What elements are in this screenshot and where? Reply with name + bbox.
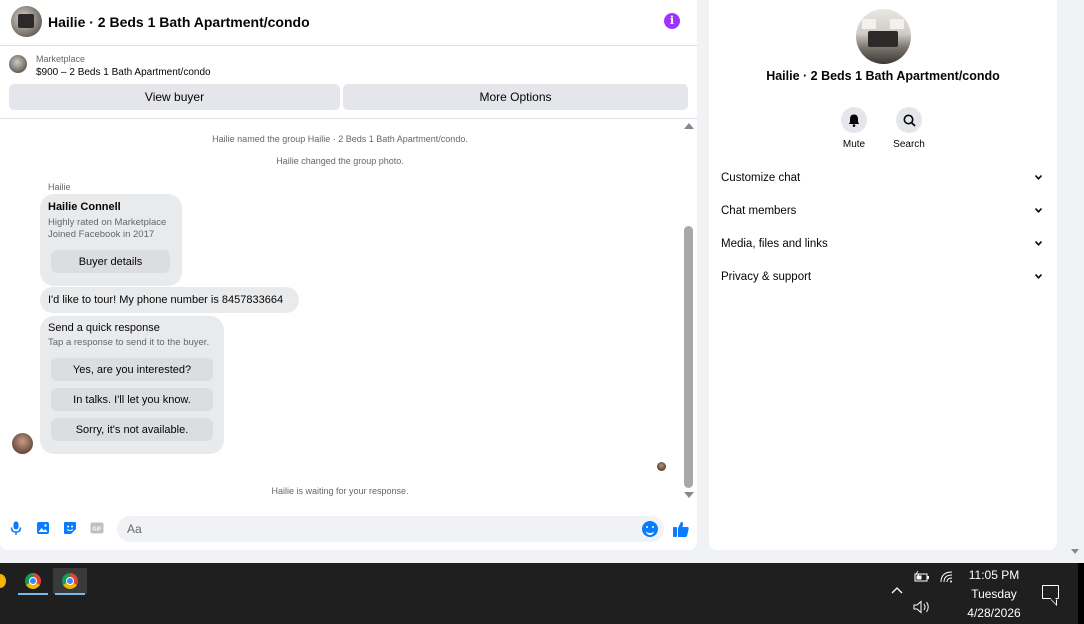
scroll-down-arrow-icon[interactable] xyxy=(684,492,694,498)
quick-response-option[interactable]: Yes, are you interested? xyxy=(51,358,213,381)
chevron-down-icon xyxy=(1035,207,1042,213)
running-indicator xyxy=(18,593,48,595)
chrome-taskbar-button[interactable] xyxy=(16,568,50,595)
chrome-icon xyxy=(62,573,78,589)
running-indicator xyxy=(55,593,85,595)
message-list: Hailie named the group Hailie · 2 Beds 1… xyxy=(0,120,680,505)
gif-icon[interactable]: GIF xyxy=(90,521,104,535)
group-avatar[interactable] xyxy=(11,6,42,37)
sticker-icon[interactable] xyxy=(63,521,77,535)
quick-response-option[interactable]: Sorry, it's not available. xyxy=(51,418,213,441)
sender-name: Hailie xyxy=(48,182,71,192)
section-media-files-links[interactable]: Media, files and links xyxy=(709,230,1057,260)
view-buyer-button[interactable]: View buyer xyxy=(9,84,340,110)
waiting-status: Hailie is waiting for your response. xyxy=(271,486,409,496)
svg-text:GIF: GIF xyxy=(92,527,102,533)
quick-response-subtitle: Tap a response to send it to the buyer. xyxy=(48,337,210,348)
listing-source: Marketplace xyxy=(36,54,86,64)
system-message: Hailie changed the group photo. xyxy=(276,156,404,166)
chrome-icon xyxy=(25,573,41,589)
chevron-down-icon xyxy=(1035,273,1042,279)
buyer-rating: Highly rated on Marketplace xyxy=(48,217,167,228)
message-composer: GIF xyxy=(0,512,697,546)
sender-avatar[interactable] xyxy=(12,433,33,454)
chevron-down-icon xyxy=(1035,174,1042,180)
quick-response-title: Send a quick response xyxy=(48,322,160,334)
chat-title[interactable]: Hailie · 2 Beds 1 Bath Apartment/condo xyxy=(48,14,310,30)
marketplace-listing: Marketplace $900 – 2 Beds 1 Bath Apartme… xyxy=(0,47,697,119)
show-hidden-icons-chevron-icon[interactable] xyxy=(891,585,903,597)
emoji-icon[interactable] xyxy=(642,521,658,537)
search-label: Search xyxy=(893,139,925,150)
listing-thumbnail[interactable] xyxy=(9,55,27,73)
buyer-name: Hailie Connell xyxy=(48,201,121,213)
app-icon[interactable] xyxy=(0,574,6,588)
chat-details-panel: Hailie · 2 Beds 1 Bath Apartment/condo M… xyxy=(709,0,1057,550)
notification-center-icon[interactable] xyxy=(1042,585,1059,599)
details-title: Hailie · 2 Beds 1 Bath Apartment/condo xyxy=(766,69,1000,83)
search-icon[interactable] xyxy=(896,107,922,133)
clock-date[interactable]: 4/28/2026 xyxy=(944,606,1044,620)
message-scrollbar[interactable] xyxy=(680,120,697,505)
thumbs-up-icon[interactable] xyxy=(672,520,690,538)
battery-icon[interactable] xyxy=(914,570,930,586)
section-label: Media, files and links xyxy=(721,238,828,250)
scroll-up-arrow-icon[interactable] xyxy=(684,123,694,129)
group-photo[interactable] xyxy=(856,9,911,64)
bell-icon[interactable] xyxy=(841,107,867,133)
section-label: Privacy & support xyxy=(721,271,812,283)
chrome-taskbar-button-active[interactable] xyxy=(53,568,87,595)
more-options-button[interactable]: More Options xyxy=(343,84,688,110)
windows-taskbar: 11:05 PM Tuesday 4/28/2026 xyxy=(0,563,1084,624)
quick-response-option[interactable]: In talks. I'll let you know. xyxy=(51,388,213,411)
buyer-card-bubble: Hailie Connell Highly rated on Marketpla… xyxy=(40,194,182,286)
microphone-icon[interactable] xyxy=(9,521,23,535)
search-action[interactable]: Search xyxy=(889,107,929,150)
section-privacy-support[interactable]: Privacy & support xyxy=(709,263,1057,293)
mute-action[interactable]: Mute xyxy=(834,107,874,150)
section-chat-members[interactable]: Chat members xyxy=(709,197,1057,227)
info-icon[interactable]: i xyxy=(664,13,680,29)
photo-icon[interactable] xyxy=(36,521,50,535)
scroll-thumb[interactable] xyxy=(684,226,693,488)
section-label: Customize chat xyxy=(721,172,801,184)
section-customize-chat[interactable]: Customize chat xyxy=(709,164,1057,194)
mute-label: Mute xyxy=(842,139,866,150)
message-text: I'd like to tour! My phone number is 845… xyxy=(48,294,284,306)
buyer-joined: Joined Facebook in 2017 xyxy=(48,229,155,240)
section-label: Chat members xyxy=(721,205,797,217)
message-bubble: I'd like to tour! My phone number is 845… xyxy=(40,287,299,313)
buyer-details-button[interactable]: Buyer details xyxy=(51,250,170,273)
chevron-down-icon xyxy=(1035,240,1042,246)
show-desktop-strip[interactable] xyxy=(1078,563,1084,624)
page-scroll-down-arrow-icon[interactable] xyxy=(1071,549,1079,554)
chat-header: Hailie · 2 Beds 1 Bath Apartment/condo i xyxy=(0,0,697,46)
system-message: Hailie named the group Hailie · 2 Beds 1… xyxy=(212,134,468,144)
quick-response-bubble: Send a quick response Tap a response to … xyxy=(40,316,224,454)
chat-panel: Hailie · 2 Beds 1 Bath Apartment/condo i… xyxy=(0,0,697,550)
volume-icon[interactable] xyxy=(913,600,931,617)
message-input[interactable] xyxy=(117,516,664,542)
clock-time[interactable]: 11:05 PM xyxy=(944,568,1044,582)
clock-day[interactable]: Tuesday xyxy=(944,587,1044,601)
seen-indicator-avatar xyxy=(657,462,666,471)
listing-price-title[interactable]: $900 – 2 Beds 1 Bath Apartment/condo xyxy=(36,67,211,78)
